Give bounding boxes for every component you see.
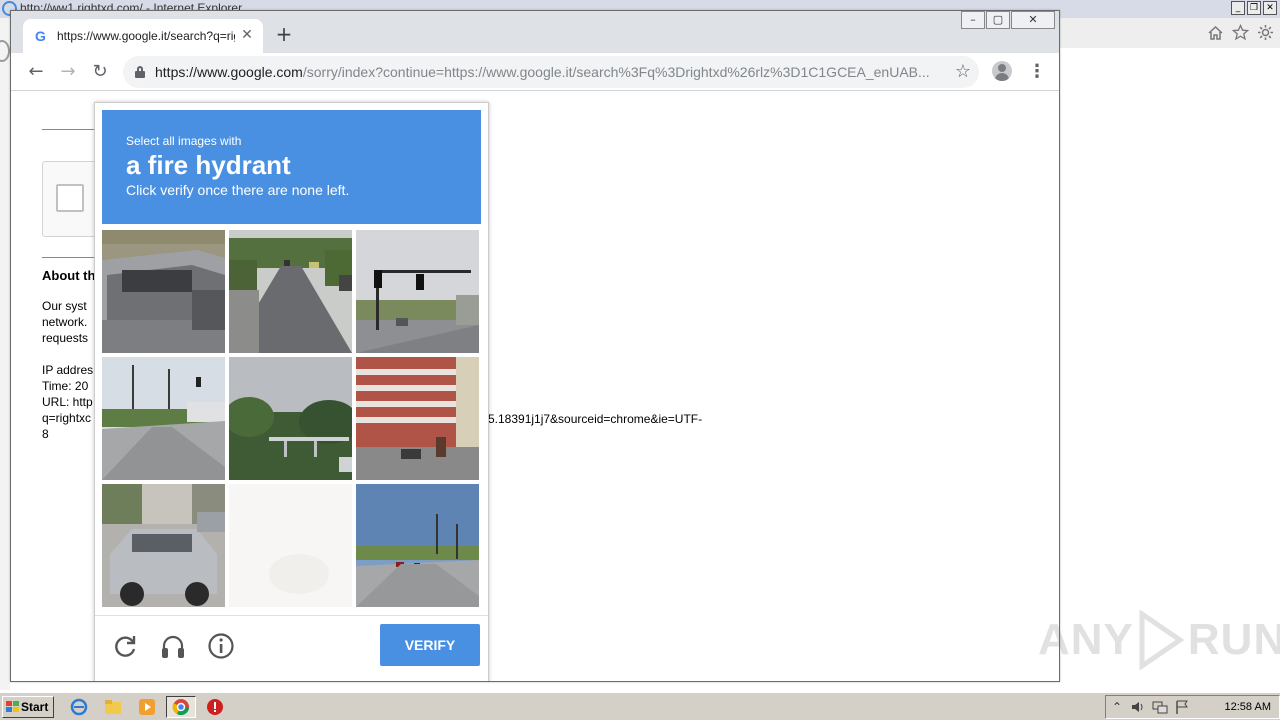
play-triangle-icon bbox=[1139, 610, 1184, 670]
url-text-tail: 5.18391j1j7&sourceid=chrome&ie=UTF- bbox=[488, 412, 703, 426]
profile-avatar-icon[interactable] bbox=[992, 61, 1012, 81]
chrome-close-button[interactable]: ✕ bbox=[1011, 11, 1055, 29]
home-icon[interactable] bbox=[1207, 24, 1224, 41]
bookmark-star-icon[interactable]: ☆ bbox=[955, 62, 971, 82]
taskbar-explorer-icon[interactable] bbox=[98, 696, 128, 718]
reload-challenge-icon[interactable] bbox=[112, 632, 140, 660]
ie-back-icon bbox=[0, 40, 10, 62]
url-text[interactable]: https://www.google.com/sorry/index?conti… bbox=[155, 64, 945, 80]
taskbar-stop-icon[interactable] bbox=[200, 696, 230, 718]
chrome-window-controls: – ▢ ✕ bbox=[960, 11, 1055, 29]
tab-close-icon[interactable]: ✕ bbox=[239, 27, 255, 43]
image-tile-traffic-light-intersection[interactable] bbox=[356, 230, 479, 353]
image-tile-pickup-truck[interactable] bbox=[102, 230, 225, 353]
ie-window-edge bbox=[0, 18, 10, 690]
image-tile-bridge-trees[interactable] bbox=[229, 357, 352, 480]
watermark-right-text: RUN bbox=[1187, 615, 1280, 664]
image-tile-utility-poles-road[interactable] bbox=[102, 357, 225, 480]
recaptcha-checkbox-widget[interactable] bbox=[42, 161, 102, 237]
taskbar: Start ⌃ 12:58 AM bbox=[0, 692, 1280, 720]
verify-button[interactable]: VERIFY bbox=[380, 624, 480, 666]
network-icon[interactable] bbox=[1152, 699, 1168, 715]
new-tab-button[interactable]: + bbox=[273, 24, 295, 46]
challenge-header: Select all images with a fire hydrant Cl… bbox=[102, 110, 481, 224]
audio-challenge-icon[interactable] bbox=[159, 632, 187, 660]
info-icon[interactable] bbox=[207, 632, 235, 660]
ie-close-button[interactable]: ✕ bbox=[1263, 1, 1277, 15]
ie-toolbar bbox=[1060, 18, 1280, 48]
start-button[interactable]: Start bbox=[2, 696, 54, 718]
recaptcha-checkbox[interactable] bbox=[56, 184, 84, 212]
star-icon[interactable] bbox=[1232, 24, 1249, 41]
address-bar[interactable]: https://www.google.com/sorry/index?conti… bbox=[123, 56, 979, 88]
back-button[interactable]: ← bbox=[23, 59, 49, 85]
page-text-line: Time: 20 bbox=[42, 379, 89, 393]
chrome-toolbar: ← → ↻ https://www.google.com/sorry/index… bbox=[11, 53, 1059, 91]
action-center-flag-icon[interactable] bbox=[1174, 699, 1190, 715]
tab-strip: G https://www.google.it/search?q=rightxd… bbox=[11, 11, 1059, 53]
chrome-minimize-button[interactable]: – bbox=[961, 11, 985, 29]
page-content: About th Our syst network. requests IP a… bbox=[11, 92, 1059, 681]
page-text-line: URL: http bbox=[42, 395, 93, 409]
challenge-prompt: Select all images with bbox=[126, 134, 242, 148]
image-tile-red-brick-building[interactable] bbox=[356, 357, 479, 480]
gear-icon[interactable] bbox=[1257, 24, 1274, 41]
page-text-line: 8 bbox=[42, 427, 49, 441]
about-heading: About th bbox=[42, 268, 96, 283]
ie-restore-button[interactable]: ❐ bbox=[1247, 1, 1261, 15]
footer-divider bbox=[95, 615, 488, 616]
forward-button[interactable]: → bbox=[55, 59, 81, 85]
url-path: /sorry/index?continue=https://www.google… bbox=[302, 64, 930, 80]
page-text-line: network. bbox=[42, 315, 88, 329]
page-text-line: IP addres bbox=[42, 363, 94, 377]
reload-button[interactable]: ↻ bbox=[87, 59, 113, 85]
page-text-line: q=rightxc bbox=[42, 411, 92, 425]
system-tray: ⌃ 12:58 AM bbox=[1105, 695, 1280, 719]
url-host: https://www.google.com bbox=[155, 64, 303, 80]
image-grid bbox=[102, 230, 483, 611]
volume-icon[interactable] bbox=[1130, 699, 1146, 715]
taskbar-media-player-icon[interactable] bbox=[132, 696, 162, 718]
challenge-target: a fire hydrant bbox=[126, 150, 291, 180]
divider bbox=[42, 257, 102, 258]
page-text-line: requests bbox=[42, 331, 89, 345]
start-label: Start bbox=[21, 700, 49, 714]
taskbar-ie-icon[interactable] bbox=[64, 696, 94, 718]
chrome-window: G https://www.google.it/search?q=rightxd… bbox=[10, 10, 1060, 682]
watermark-left-text: ANY bbox=[1038, 615, 1134, 664]
anyrun-watermark: ANY RUN bbox=[1038, 610, 1280, 670]
page-text-line: Our syst bbox=[42, 299, 87, 313]
taskbar-chrome-icon[interactable] bbox=[166, 696, 196, 718]
image-tile-highway-road[interactable] bbox=[356, 484, 479, 607]
chrome-maximize-button[interactable]: ▢ bbox=[986, 11, 1010, 29]
image-tile-parked-suv[interactable] bbox=[102, 484, 225, 607]
ie-window-controls: _ ❐ ✕ bbox=[1231, 1, 1277, 15]
lock-icon[interactable] bbox=[135, 66, 145, 78]
tray-expand-icon[interactable]: ⌃ bbox=[1112, 699, 1122, 715]
image-tile-tree-lined-road[interactable] bbox=[229, 230, 352, 353]
recaptcha-challenge: Select all images with a fire hydrant Cl… bbox=[94, 102, 489, 681]
windows-logo-icon bbox=[6, 701, 19, 712]
image-tile-faded-blank[interactable] bbox=[229, 484, 352, 607]
challenge-instruction: Click verify once there are none left. bbox=[126, 182, 350, 198]
tab-title: https://www.google.it/search?q=rightxd bbox=[57, 29, 235, 43]
ie-minimize-button[interactable]: _ bbox=[1231, 1, 1245, 15]
clock[interactable]: 12:58 AM bbox=[1225, 701, 1271, 713]
chrome-menu-icon[interactable]: ⋮ bbox=[1028, 59, 1046, 85]
google-favicon-icon: G bbox=[35, 28, 46, 44]
divider bbox=[42, 129, 102, 130]
tab-google-search[interactable]: G https://www.google.it/search?q=rightxd… bbox=[23, 19, 263, 53]
